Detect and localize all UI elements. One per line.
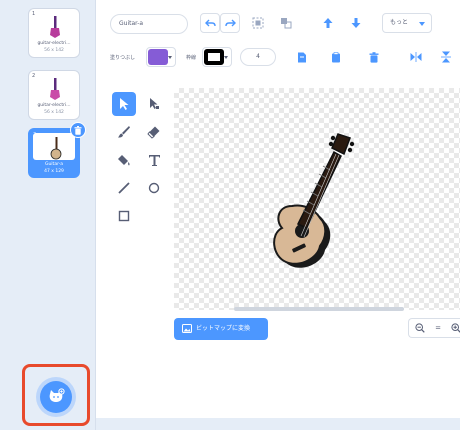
copy-icon <box>298 52 306 62</box>
costume-number: 1 <box>32 11 36 17</box>
eraser-icon <box>147 126 160 139</box>
text-icon <box>148 154 160 166</box>
bottom-panel-edge <box>96 418 460 430</box>
costume-name: guitar-electri... <box>37 41 71 46</box>
more-label: もっと <box>390 19 409 26</box>
acoustic-guitar-thumbnail <box>50 137 62 160</box>
backward-button[interactable] <box>346 13 366 33</box>
arrow-down-icon <box>351 18 361 28</box>
drawing-canvas[interactable] <box>174 88 460 310</box>
zoom-in-icon <box>451 323 460 333</box>
flip-vertical-button[interactable] <box>436 47 456 67</box>
guitar-drawing <box>273 133 355 268</box>
paste-button[interactable] <box>326 47 346 67</box>
text-tool[interactable] <box>142 148 166 172</box>
outline-color-swatch <box>204 49 224 65</box>
costume-item-3[interactable]: 3 Guitar-a 47 x 129 <box>28 122 86 178</box>
flip-vertical-icon <box>441 51 451 63</box>
costume-number: 3 <box>33 132 37 138</box>
flip-horizontal-icon <box>410 52 422 62</box>
costume-size: 56 x 142 <box>44 110 64 115</box>
group-icon <box>252 17 264 29</box>
circle-icon <box>148 182 160 194</box>
brush-tool[interactable] <box>112 120 136 144</box>
add-costume-button[interactable] <box>40 381 72 413</box>
brush-icon <box>118 126 130 138</box>
copy-button[interactable] <box>292 47 312 67</box>
select-arrow-icon <box>120 98 129 110</box>
eraser-tool[interactable] <box>142 120 166 144</box>
select-tool[interactable] <box>112 92 136 116</box>
costume-item-1[interactable]: 1 guitar-electri... 56 x 142 <box>28 8 80 58</box>
fill-color-swatch <box>148 49 168 65</box>
electric-guitar-thumbnail <box>50 78 60 100</box>
chevron-down-icon <box>168 56 172 59</box>
paint-bucket-icon <box>118 155 130 166</box>
fill-label: 塗りつぶし <box>110 55 136 61</box>
undo-button[interactable] <box>200 13 220 33</box>
convert-to-bitmap-label: ビットマップに変換 <box>196 325 251 332</box>
ungroup-button[interactable] <box>276 13 296 33</box>
reshape-icon <box>150 98 159 109</box>
costume-name-input[interactable]: Guitar-a <box>110 14 188 34</box>
line-tool[interactable] <box>112 176 136 200</box>
costume-number: 2 <box>32 73 36 79</box>
paste-icon <box>332 51 340 62</box>
chevron-down-icon <box>419 22 425 26</box>
image-icon <box>182 324 192 333</box>
costume-size: 47 x 129 <box>44 169 64 174</box>
forward-button[interactable] <box>318 13 338 33</box>
redo-button[interactable] <box>220 13 240 33</box>
delete-costume-button[interactable] <box>70 122 86 138</box>
outline-label: 枠線 <box>186 55 197 61</box>
zoom-reset-button[interactable]: = <box>429 319 447 337</box>
zoom-out-button[interactable] <box>411 319 429 337</box>
zoom-controls: = <box>408 318 460 338</box>
undo-icon <box>204 19 216 27</box>
canvas-horizontal-scrollbar[interactable] <box>234 307 404 311</box>
outline-width-input[interactable]: 4 <box>240 48 276 66</box>
reshape-tool[interactable] <box>142 92 166 116</box>
fill-tool[interactable] <box>112 148 136 172</box>
ungroup-icon <box>281 18 292 29</box>
arrow-up-icon <box>323 18 333 28</box>
outline-color-picker[interactable] <box>202 47 232 67</box>
zoom-in-button[interactable] <box>447 319 460 337</box>
cat-head-icon <box>49 388 65 402</box>
trash-icon <box>74 125 82 135</box>
rectangle-icon <box>118 210 130 222</box>
line-icon <box>118 182 130 194</box>
trash-icon <box>369 51 379 63</box>
rectangle-tool[interactable] <box>112 204 136 228</box>
costume-name: guitar-electri... <box>37 103 71 108</box>
costume-size: 56 x 142 <box>44 48 64 53</box>
flip-horizontal-button[interactable] <box>406 47 426 67</box>
chevron-down-icon <box>224 56 228 59</box>
group-button[interactable] <box>248 13 268 33</box>
paint-editor: Guitar-a もっと 塗りつぶし 枠線 4 ビットマップに変換 = <box>100 0 460 418</box>
costume-list: 1 guitar-electri... 56 x 142 2 guitar-el… <box>0 0 96 430</box>
zoom-out-icon <box>415 323 425 333</box>
fill-color-picker[interactable] <box>146 47 176 67</box>
costume-name: Guitar-a <box>44 162 64 167</box>
redo-icon <box>224 19 236 27</box>
more-menu-button[interactable]: もっと <box>382 13 432 33</box>
delete-button[interactable] <box>364 47 384 67</box>
circle-tool[interactable] <box>142 176 166 200</box>
convert-to-bitmap-button[interactable]: ビットマップに変換 <box>174 318 268 340</box>
costume-item-2[interactable]: 2 guitar-electri... 56 x 142 <box>28 70 80 120</box>
electric-guitar-thumbnail <box>50 16 60 38</box>
